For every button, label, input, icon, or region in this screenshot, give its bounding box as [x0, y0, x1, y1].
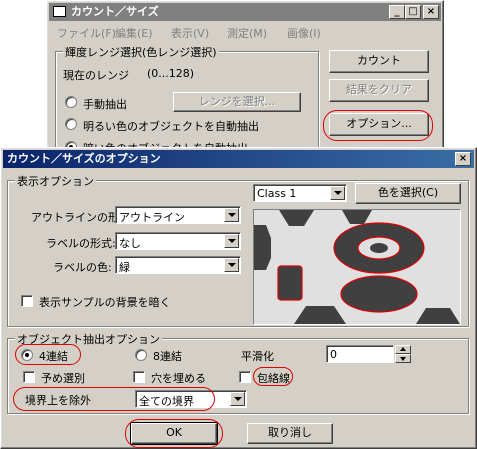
radio-8-connect[interactable]	[135, 349, 147, 361]
class-select-value: Class 1	[257, 187, 297, 200]
display-options-group-title: 表示オプション	[15, 173, 96, 189]
hull-highlight-ring	[253, 367, 293, 386]
chevron-down-icon[interactable]	[330, 186, 345, 200]
current-range-label: 現在のレンジ	[63, 69, 129, 82]
current-range-value: (0...128)	[147, 67, 195, 80]
cancel-button[interactable]: 取り消し	[247, 423, 333, 444]
connect4-highlight-ring	[15, 344, 81, 365]
select-color-button[interactable]: 色を選択(C)	[355, 183, 461, 204]
preview-image	[254, 210, 460, 324]
label-color-value: 緑	[119, 261, 130, 274]
radio-bright-auto[interactable]	[65, 118, 77, 130]
chevron-down-icon[interactable]	[224, 208, 239, 222]
range-select-group-title: 輝度レンジ選択(色レンジ選択)	[63, 44, 219, 60]
app-icon	[53, 6, 66, 17]
label-color-select[interactable]: 緑	[115, 256, 241, 274]
radio-bright-auto-label: 明るい色のオブジェクトを自動抽出	[83, 120, 259, 133]
menu-measure[interactable]: 測定(M)	[227, 25, 267, 41]
preselect-label: 予め選別	[41, 372, 85, 385]
exclude-border-highlight-ring	[13, 387, 215, 411]
smoothing-spinner[interactable]	[395, 345, 411, 363]
minimize-button[interactable]: _	[389, 5, 405, 19]
label-color-label: ラベルの色:	[53, 261, 112, 274]
fill-holes-checkbox[interactable]	[133, 371, 145, 383]
options-dialog-titlebar[interactable]: カウント／サイズのオプション ×	[3, 150, 474, 168]
count-size-title: カウント／サイズ	[71, 5, 159, 18]
chevron-down-icon[interactable]	[230, 392, 245, 406]
smoothing-input[interactable]: 0	[326, 345, 394, 363]
count-size-window: カウント／サイズ _ □ × ファイル(F) 編集(E) 表示(V) 測定(M)…	[46, 0, 444, 161]
ok-highlight-ring	[125, 419, 223, 448]
menu-view[interactable]: 表示(V)	[171, 25, 209, 41]
radio-8-connect-label: 8連結	[153, 350, 182, 363]
outline-style-select[interactable]: アウトライン	[115, 206, 241, 224]
chevron-down-icon[interactable]	[224, 234, 239, 248]
options-highlight-ring	[323, 110, 433, 141]
clear-results-button[interactable]: 結果をクリア	[329, 79, 429, 102]
maximize-button[interactable]: □	[405, 5, 421, 19]
darken-background-label: 表示サンプルの背景を暗く	[39, 296, 171, 309]
dialog-close-button[interactable]: ×	[455, 152, 471, 166]
options-dialog-title: カウント／サイズのオプション	[7, 152, 161, 165]
menu-file[interactable]: ファイル(F)	[57, 25, 116, 41]
count-size-titlebar[interactable]: カウント／サイズ _ □ ×	[49, 3, 441, 21]
darken-background-checkbox[interactable]	[21, 295, 33, 307]
smoothing-label: 平滑化	[241, 350, 274, 363]
smoothing-value: 0	[330, 348, 337, 361]
spin-up-icon[interactable]	[395, 345, 411, 354]
label-style-value: なし	[119, 237, 141, 250]
options-dialog: カウント／サイズのオプション × 表示オプション Class 1 色を選択(C)…	[0, 147, 477, 449]
radio-manual[interactable]	[65, 96, 77, 108]
label-style-select[interactable]: なし	[115, 232, 241, 250]
menu-image[interactable]: 画像(I)	[287, 25, 321, 41]
preview-panel	[253, 209, 461, 325]
class-select[interactable]: Class 1	[253, 184, 347, 202]
menu-edit[interactable]: 編集(E)	[115, 25, 153, 41]
chevron-down-icon[interactable]	[224, 258, 239, 272]
label-style-label: ラベルの形式:	[46, 237, 116, 250]
close-button[interactable]: ×	[423, 5, 439, 19]
radio-manual-label: 手動抽出	[83, 98, 127, 111]
fill-holes-label: 穴を埋める	[151, 372, 206, 385]
spin-down-icon[interactable]	[395, 354, 411, 363]
select-range-button[interactable]: レンジを選択...	[173, 92, 301, 112]
menu-bar: ファイル(F) 編集(E) 表示(V) 測定(M) 画像(I)	[57, 25, 417, 41]
outline-style-value: アウトライン	[119, 211, 185, 224]
hull-checkbox[interactable]	[239, 371, 251, 383]
count-button[interactable]: カウント	[329, 50, 429, 73]
preselect-checkbox[interactable]	[23, 371, 35, 383]
